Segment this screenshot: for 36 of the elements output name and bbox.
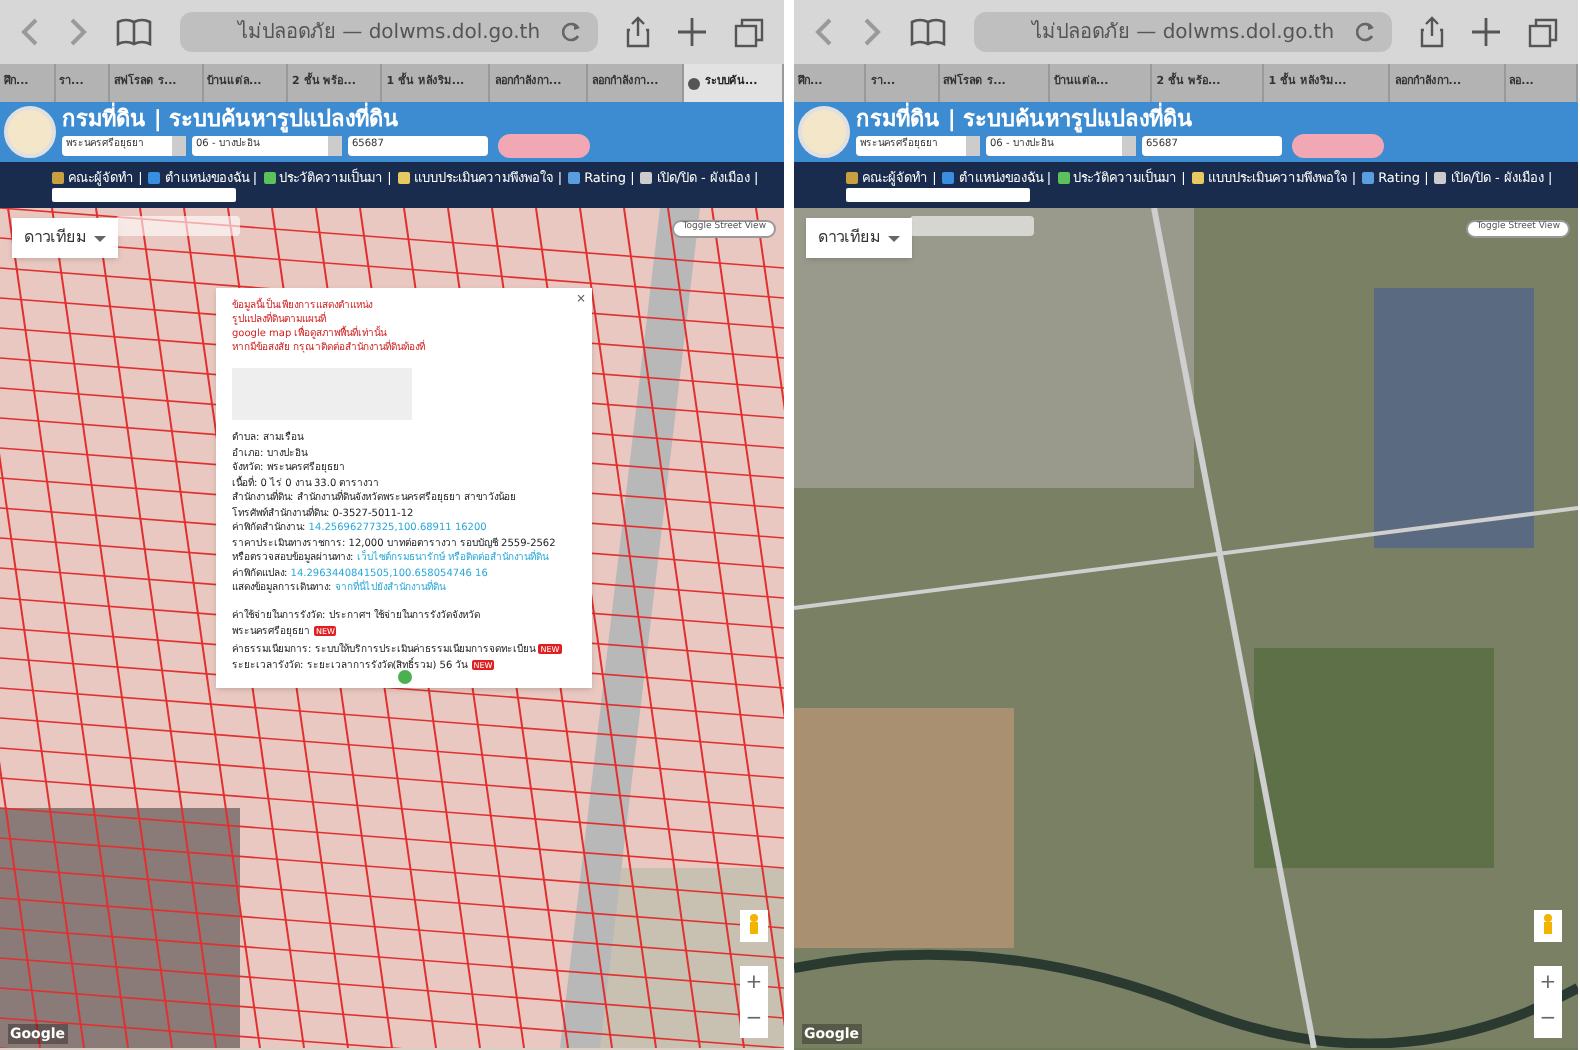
url-text: ไม่ปลอดภัย — dolwms.dol.go.th [237,18,541,47]
share-icon[interactable] [1420,16,1444,48]
seal-logo [4,106,56,158]
search-field[interactable] [52,187,236,201]
book-icon[interactable] [910,18,946,46]
tabs-icon[interactable] [734,17,764,47]
address-bar[interactable]: ไม่ปลอดภัย — dolwms.dol.go.th [974,12,1392,52]
zoom-in-button[interactable]: + [1539,974,1557,994]
book-icon[interactable] [116,18,152,46]
url-text: ไม่ปลอดภัย — dolwms.dol.go.th [1031,18,1335,47]
seal-logo [798,106,850,158]
caret-icon [94,235,106,241]
search-field[interactable] [846,187,1030,201]
caret-icon [888,235,900,241]
zoom-out-button[interactable]: − [745,1010,763,1030]
search-button[interactable] [1292,133,1384,157]
site-title: กรมที่ดิน | ระบบค้นหารูปแปลงที่ดิน [856,107,1196,131]
address-bar[interactable]: ไม่ปลอดภัย — dolwms.dol.go.th [180,12,598,52]
zoom-in-button[interactable]: + [745,974,763,994]
plus-icon[interactable] [1472,18,1500,46]
pegman-icon[interactable] [1534,910,1562,942]
back-icon[interactable] [20,18,40,46]
map-type-dropdown[interactable]: ดาวเทียม [806,218,912,258]
forward-icon[interactable] [68,18,88,46]
back-icon[interactable] [814,18,834,46]
plus-icon[interactable] [678,18,706,46]
search-button[interactable] [498,133,590,157]
map-type-dropdown[interactable]: ดาวเทียม [12,218,118,258]
zoom-out-button[interactable]: − [1539,1010,1557,1030]
forward-icon[interactable] [862,18,882,46]
reload-icon[interactable] [1356,22,1376,42]
tabs-icon[interactable] [1528,17,1558,47]
share-icon[interactable] [626,16,650,48]
pegman-icon[interactable] [740,910,768,942]
site-title: กรมที่ดิน | ระบบค้นหารูปแปลงที่ดิน [62,107,402,131]
reload-icon[interactable] [562,22,582,42]
